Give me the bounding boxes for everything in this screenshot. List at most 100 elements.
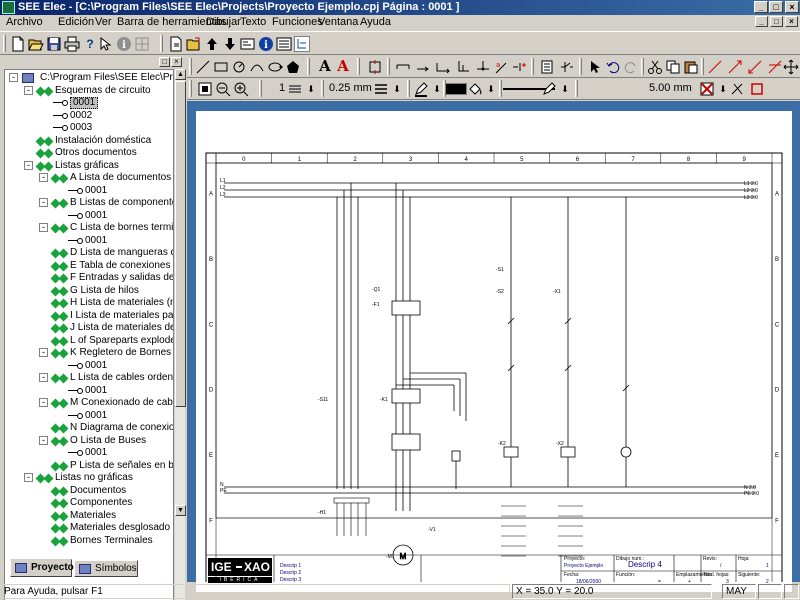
schematic-sheet[interactable]: 0123456789 AABBCCDDEEFF L1 L2 L3 N PE L1 2.0 L… [196, 111, 792, 592]
toolbar-grip[interactable] [189, 80, 192, 97]
line-width-dropdown-icon[interactable]: ⬇ [303, 81, 319, 97]
cut-icon[interactable] [647, 59, 663, 75]
tree-item[interactable]: 0002 [5, 110, 173, 123]
rectangle-tool-icon[interactable] [213, 59, 229, 75]
tree-item[interactable]: F Entradas y salidas de F [5, 272, 173, 285]
zoom-in-icon[interactable] [233, 81, 249, 97]
minimize-button[interactable]: _ [754, 1, 768, 13]
redo-icon[interactable] [623, 59, 639, 75]
page-fit-icon[interactable] [197, 81, 213, 97]
toolbar-grip[interactable] [701, 58, 704, 75]
new-file-icon[interactable] [10, 36, 26, 52]
tree-item[interactable]: 0003 [5, 122, 173, 135]
tree-item[interactable]: Instalación doméstica [5, 135, 173, 148]
toolbar-grip[interactable] [189, 58, 192, 75]
undo-icon[interactable] [605, 59, 621, 75]
open-page-icon[interactable] [186, 36, 202, 52]
wire-branch-icon[interactable] [455, 59, 471, 75]
tree-item[interactable]: P Lista de señales en bu [5, 460, 173, 473]
mdi-close-button[interactable]: × [785, 16, 798, 27]
tree-expander-icon[interactable]: - [39, 223, 48, 232]
zoom-out-icon[interactable] [215, 81, 231, 97]
toolbar-grip[interactable] [160, 35, 163, 52]
text-size-dropdown-icon[interactable]: ⬇ [389, 81, 405, 97]
cross-reference-icon[interactable] [539, 59, 555, 75]
tree-item[interactable]: - K Regletero de Bornes [5, 347, 173, 360]
tree-item[interactable]: 0001 [5, 447, 173, 460]
tree-expander-icon[interactable]: - [39, 198, 48, 207]
tree-item[interactable]: 0001 [5, 410, 173, 423]
toolbar-grip[interactable] [407, 80, 410, 97]
fill-dropdown-icon[interactable]: ⬇ [483, 81, 499, 97]
tree-toggle-icon[interactable] [294, 36, 310, 52]
tree-item[interactable]: Documentos [5, 485, 173, 498]
tree-expander-icon[interactable]: - [24, 85, 33, 95]
tree-item[interactable]: N Diagrama de conexion [5, 422, 173, 435]
tree-expander-icon[interactable]: - [24, 160, 33, 170]
red-line-2-icon[interactable] [727, 59, 743, 75]
tree-item[interactable]: Otros documentos [5, 147, 173, 160]
page-up-icon[interactable] [204, 36, 220, 52]
scroll-thumb[interactable] [175, 81, 186, 407]
pen-color-icon[interactable] [413, 81, 429, 97]
ellipse-tool-icon[interactable] [267, 59, 283, 75]
grid-value[interactable]: 5.00 mm [649, 82, 692, 94]
list-icon[interactable] [276, 36, 292, 52]
menu-funciones[interactable]: Funciones [272, 16, 323, 28]
toolbar-grip[interactable] [579, 58, 582, 75]
tree-item[interactable]: - Listas no gráficas [5, 472, 173, 485]
page-down-icon[interactable] [222, 36, 238, 52]
red-line-4-icon[interactable] [767, 59, 783, 75]
line-type-pen-icon[interactable] [541, 81, 557, 97]
tree-expander-icon[interactable]: - [9, 73, 18, 82]
fill-color-swatch[interactable] [445, 83, 467, 95]
tree-expander-icon[interactable]: - [39, 373, 48, 382]
menu-ver[interactable]: Ver [95, 16, 112, 28]
toolbar-grip[interactable] [357, 58, 360, 75]
tree-scrollbar[interactable]: ▲ ▼ [174, 69, 186, 600]
context-help-icon[interactable] [98, 36, 114, 52]
tree-item[interactable]: Componentes [5, 497, 173, 510]
text-edit-button[interactable]: A [335, 58, 351, 74]
tree-item[interactable]: - L Lista de cables ordena [5, 372, 173, 385]
save-icon[interactable] [46, 36, 62, 52]
toolbar-grip[interactable] [499, 80, 502, 97]
line-width-value[interactable]: 1 [279, 82, 285, 94]
arc-tool-icon[interactable] [249, 59, 265, 75]
panel-float-button[interactable]: □ [159, 57, 170, 67]
toolbar-grip[interactable] [641, 58, 644, 75]
circle-tool-icon[interactable] [231, 59, 247, 75]
tree-item[interactable]: - C:\Program Files\SEE Elec\Proje [5, 72, 173, 85]
tree-item[interactable]: I Lista de materiales para [5, 310, 173, 323]
tree-item[interactable]: - Listas gráficas [5, 160, 173, 173]
toolbar-grip[interactable] [387, 58, 390, 75]
toolbar-grip[interactable] [321, 80, 324, 97]
open-folder-icon[interactable] [28, 36, 44, 52]
menu-dibujar[interactable]: Dibujar [206, 16, 241, 28]
page-info-icon[interactable]: i [258, 36, 274, 52]
line-style-icon[interactable] [287, 81, 303, 97]
tree-item[interactable]: 0001 [5, 210, 173, 223]
print-icon[interactable] [64, 36, 80, 52]
wire-number-icon[interactable]: a [493, 59, 509, 75]
wire-corner-icon[interactable] [435, 59, 451, 75]
help-question-icon[interactable]: ? [82, 36, 98, 52]
menu-ayuda[interactable]: Ayuda [360, 16, 391, 28]
tree-item[interactable]: Materiales [5, 510, 173, 523]
new-page-icon[interactable] [168, 36, 184, 52]
tree-item[interactable]: Materiales desglosado [5, 522, 173, 535]
tree-item[interactable]: - O Lista de Buses [5, 435, 173, 448]
symbol-insert-icon[interactable] [367, 59, 383, 75]
toolbar-grip[interactable] [3, 35, 6, 52]
potential-icon[interactable] [511, 59, 527, 75]
mdi-restore-button[interactable]: □ [770, 16, 783, 27]
tree-item[interactable]: 0001 [5, 385, 173, 398]
drawing-canvas[interactable]: 0123456789 AABBCCDDEEFF L1 L2 L3 N PE L1 2.0 L… [187, 101, 800, 592]
copy-icon[interactable] [665, 59, 681, 75]
tree-item[interactable]: H Lista de materiales (nc [5, 297, 173, 310]
tree-expander-icon[interactable]: - [39, 173, 48, 182]
text-tool-button[interactable]: A [317, 58, 333, 74]
wire-arrow-icon[interactable] [415, 59, 431, 75]
paste-icon[interactable] [683, 59, 699, 75]
tree-item[interactable]: 0001 [5, 235, 173, 248]
